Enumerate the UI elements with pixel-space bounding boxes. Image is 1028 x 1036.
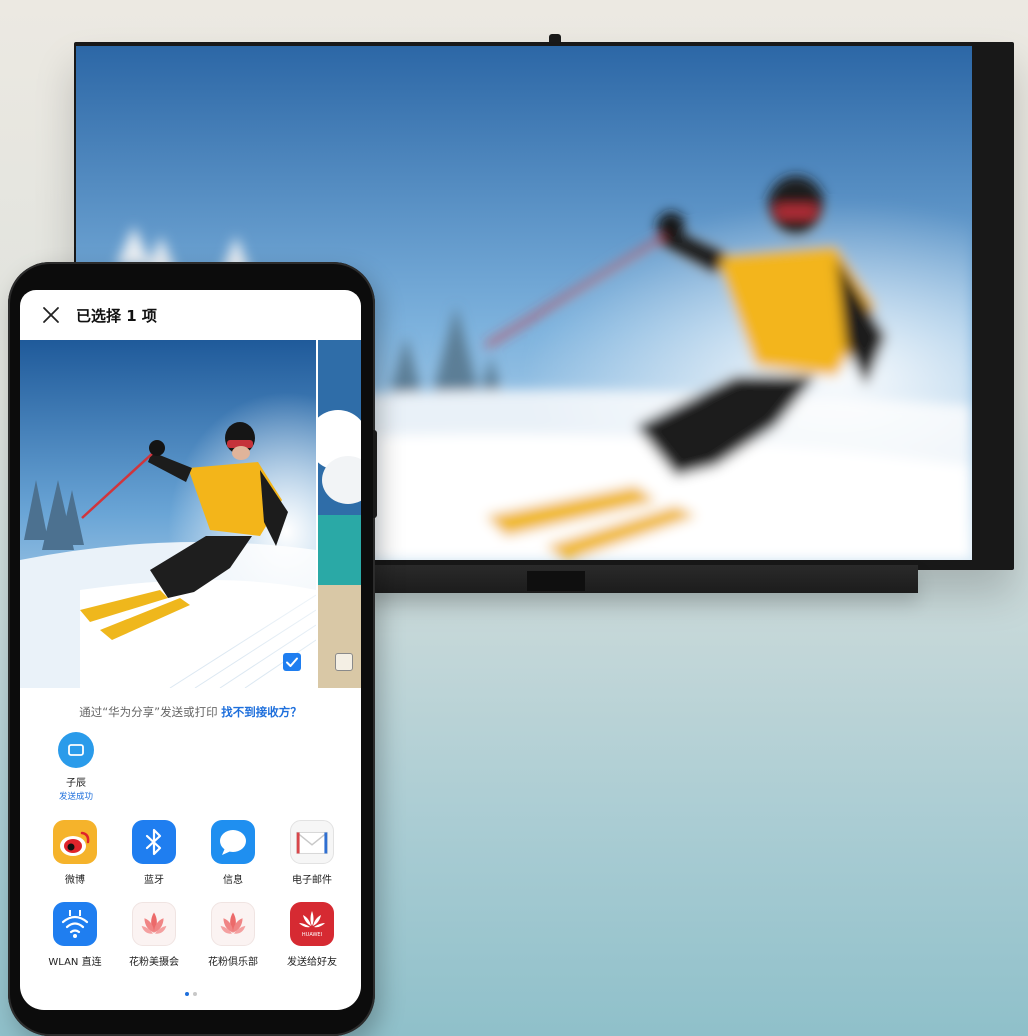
app-label: WLAN 直连 [48,957,102,968]
tv-stand-notch [527,571,585,591]
tv-stand [372,565,918,593]
phone-device: 已选择 1 项 通过“华为分享”发送或打印 找不到接收方？ 子辰 发送成功 微博… [8,262,375,1036]
page-dot [192,992,197,996]
huafen-icon [132,902,176,946]
app-label: 蓝牙 [144,875,164,886]
wlan-direct-icon [53,902,97,946]
app-messages[interactable]: 信息 [194,820,272,886]
app-label: 发送给好友 [287,957,337,968]
bluetooth-icon [132,820,176,864]
page-indicator [20,992,361,996]
next-photo-thumbnail[interactable] [318,340,361,688]
app-bluetooth[interactable]: 蓝牙 [115,820,193,886]
app-label: 花粉美摄会 [129,957,179,968]
device-name: 子辰 [66,778,86,789]
app-weibo[interactable]: 微博 [36,820,114,886]
close-icon[interactable] [42,306,60,324]
phone-side-button [373,430,377,518]
message-icon [211,820,255,864]
share-hint: 通过“华为分享”发送或打印 找不到接收方？ [20,704,361,720]
cannot-find-receiver-link[interactable]: 找不到接收方？ [221,705,302,719]
dialog-title: 已选择 1 项 [76,306,157,325]
nearby-device-zichen[interactable]: 子辰 发送成功 [50,732,102,802]
app-label: 信息 [223,875,243,886]
app-label: 微博 [65,875,85,886]
dialog-header: 已选择 1 项 [20,290,361,340]
app-send-to-friend[interactable]: HUAWEI 发送给好友 [273,902,351,968]
skier-photo [20,340,316,688]
beach-photo [318,340,361,688]
selected-photo-thumbnail[interactable] [20,340,316,688]
app-label: 花粉俱乐部 [208,957,258,968]
app-label: 电子邮件 [292,875,332,886]
svg-text:HUAWEI: HUAWEI [302,932,322,938]
huafen-club-icon [211,902,255,946]
weibo-icon [53,820,97,864]
app-huafen-club[interactable]: 花粉俱乐部 [194,902,272,968]
page-dot-active [184,992,189,996]
huawei-icon: HUAWEI [290,902,334,946]
share-hint-text: 通过“华为分享”发送或打印 [79,705,218,719]
check-icon [286,657,298,667]
app-huafen-photography[interactable]: 花粉美摄会 [115,902,193,968]
photo-checkbox-checked[interactable] [283,653,301,671]
photo-checkbox-unchecked[interactable] [335,653,353,671]
app-email[interactable]: 电子邮件 [273,820,351,886]
share-sheet: 已选择 1 项 通过“华为分享”发送或打印 找不到接收方？ 子辰 发送成功 微博… [20,290,361,1010]
app-wlan-direct[interactable]: WLAN 直连 [36,902,114,968]
email-icon [290,820,334,864]
tv-icon [58,732,94,768]
device-status: 发送成功 [58,792,93,802]
